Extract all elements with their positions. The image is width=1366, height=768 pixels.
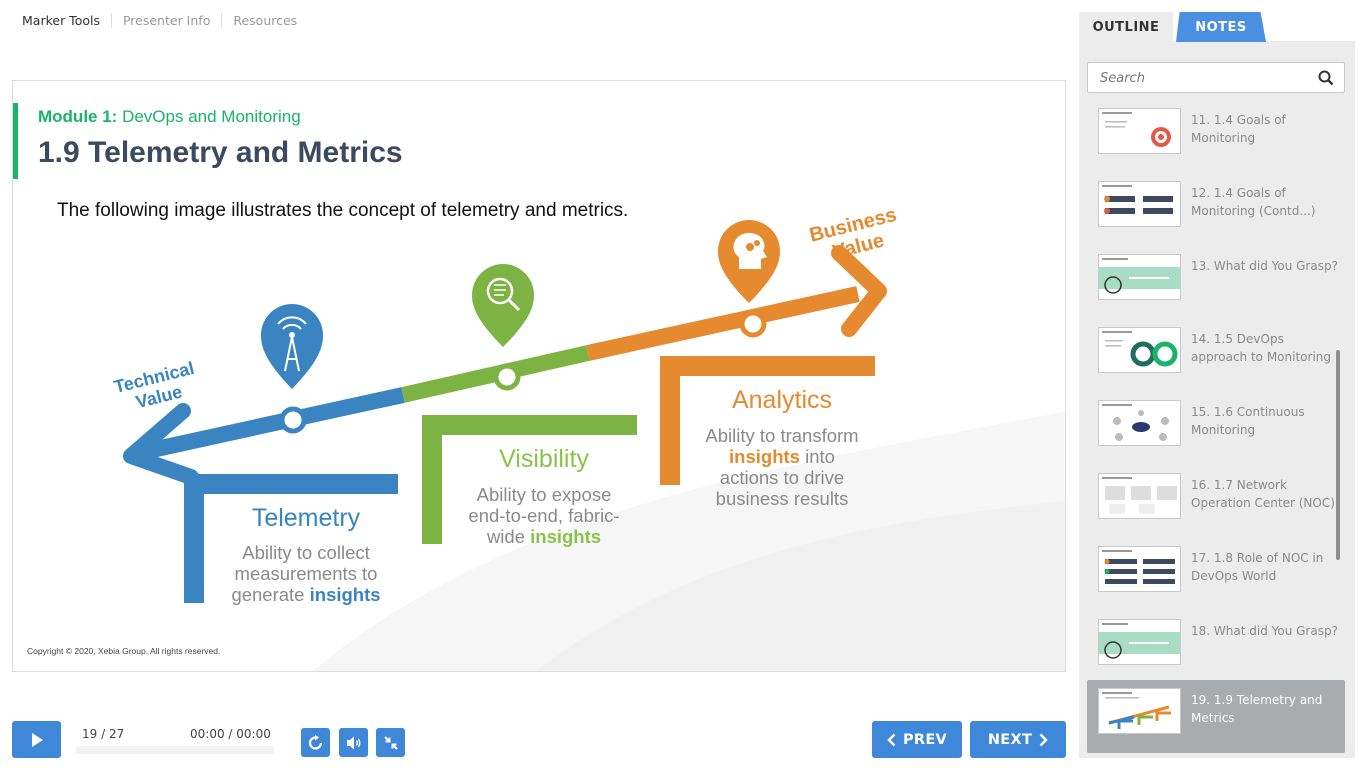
outline-item-label: 14. 1.5 DevOps approach to Monitoring <box>1191 332 1332 364</box>
outline-item-17[interactable]: 17. 1.8 Role of NOC in DevOps World <box>1087 538 1345 611</box>
tab-outline[interactable]: OUTLINE <box>1079 12 1173 42</box>
next-label: NEXT <box>987 731 1033 748</box>
seek-bar[interactable] <box>76 746 274 754</box>
telemetry-heading: Telemetry <box>252 504 361 532</box>
telemetry-metrics-graphic: Technical Value Business Value Telemetry… <box>112 204 1065 671</box>
play-button[interactable] <box>12 721 61 758</box>
outline-item-label: 16. 1.7 Network Operation Center (NOC) <box>1191 478 1335 510</box>
replay-icon <box>308 734 322 750</box>
prev-button[interactable]: PREV <box>872 721 962 758</box>
visibility-desc-line1: Ability to expose <box>477 484 612 505</box>
outline-item-15[interactable]: 15. 1.6 Continuous Monitoring <box>1087 392 1345 465</box>
prev-label: PREV <box>902 731 948 748</box>
outline-item-label: 17. 1.8 Role of NOC in DevOps World <box>1191 551 1324 583</box>
slide-thumbnail <box>1098 619 1181 665</box>
outline-item-11[interactable]: 11. 1.4 Goals of Monitoring <box>1087 100 1345 173</box>
telemetry-desc-line3: generate insights <box>231 584 380 605</box>
outline-item-16[interactable]: 16. 1.7 Network Operation Center (NOC) <box>1087 465 1345 538</box>
resources-link[interactable]: Resources <box>221 13 308 28</box>
slide-thumbnail <box>1098 327 1181 373</box>
collapse-icon <box>383 735 398 750</box>
slide-thumbnail <box>1098 400 1181 446</box>
analytics-desc-line3: actions to drive <box>720 467 844 488</box>
outline-item-19[interactable]: 19. 1.9 Telemetry and Metrics <box>1087 680 1345 753</box>
analytics-heading: Analytics <box>732 386 832 414</box>
slide-canvas: Module 1: DevOps and Monitoring 1.9 Tele… <box>12 80 1066 672</box>
copyright-text: Copyright © 2020, Xebia Group. All right… <box>27 646 221 656</box>
marker-tools-link[interactable]: Marker Tools <box>22 13 111 28</box>
analytics-desc-line1: Ability to transform <box>705 425 858 446</box>
slide-thumbnail <box>1098 254 1181 300</box>
outline-item-label: 13. What did You Grasp? <box>1191 259 1338 273</box>
exit-fullscreen-button[interactable] <box>376 728 405 757</box>
outline-item-label: 18. What did You Grasp? <box>1191 624 1338 638</box>
sidebar-scrollbar[interactable] <box>1336 350 1340 560</box>
telemetry-desc-line1: Ability to collect <box>242 542 370 563</box>
outline-item-label: 11. 1.4 Goals of Monitoring <box>1191 113 1286 145</box>
outline-item-label: 12. 1.4 Goals of Monitoring (Contd...) <box>1191 186 1316 218</box>
next-button[interactable]: NEXT <box>970 721 1066 758</box>
search-box <box>1087 62 1345 93</box>
time-display: 00:00 / 00:00 <box>190 727 271 741</box>
analytics-desc-line2: insights into <box>729 446 835 467</box>
outline-item-13[interactable]: 13. What did You Grasp? <box>1087 246 1345 319</box>
chevron-right-icon <box>1039 733 1048 746</box>
volume-button[interactable] <box>339 728 368 757</box>
top-menu: Marker Tools Presenter Info Resources <box>22 13 308 28</box>
outline-item-18[interactable]: 18. What did You Grasp? <box>1087 611 1345 684</box>
visibility-heading: Visibility <box>499 445 589 473</box>
slide-thumbnail <box>1098 688 1181 734</box>
outline-item-label: 15. 1.6 Continuous Monitoring <box>1191 405 1305 437</box>
outline-item-label: 19. 1.9 Telemetry and Metrics <box>1191 693 1323 725</box>
presenter-info-link[interactable]: Presenter Info <box>110 13 221 28</box>
outline-item-12[interactable]: 12. 1.4 Goals of Monitoring (Contd...) <box>1087 173 1345 246</box>
tab-notes[interactable]: NOTES <box>1176 12 1266 42</box>
play-icon <box>31 732 43 747</box>
search-icon[interactable] <box>1318 70 1334 86</box>
outline-item-14[interactable]: 14. 1.5 DevOps approach to Monitoring <box>1087 319 1345 392</box>
search-input[interactable] <box>1100 69 1310 87</box>
analytics-desc-line4: business results <box>716 488 849 509</box>
replay-button[interactable] <box>301 728 330 757</box>
visibility-desc-line3: wide insights <box>486 526 601 547</box>
slide-thumbnail <box>1098 546 1181 592</box>
chevron-left-icon <box>887 733 896 746</box>
slide-thumbnail <box>1098 181 1181 227</box>
visibility-desc-line2: end-to-end, fabric- <box>468 505 619 526</box>
slide-thumbnail <box>1098 108 1181 154</box>
telemetry-desc-line2: measurements to <box>235 563 378 584</box>
volume-icon <box>346 736 360 749</box>
slide-thumbnail <box>1098 473 1181 519</box>
slide-counter: 19 / 27 <box>82 727 125 741</box>
